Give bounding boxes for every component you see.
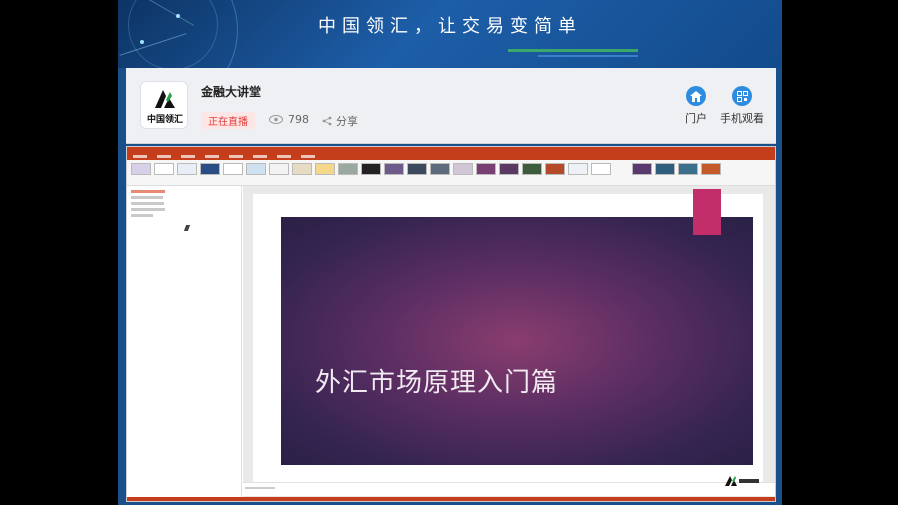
share-button[interactable]: 分享 — [322, 113, 358, 129]
logo-text: 中国领汇 — [146, 115, 183, 125]
logo-mark-icon — [155, 90, 175, 108]
variant-thumb — [655, 163, 675, 175]
slogan-underline — [508, 49, 638, 52]
ppt-notes-bar — [243, 482, 775, 496]
banner-deco-dot — [140, 40, 144, 44]
outline-row — [131, 202, 164, 205]
mobile-watch-button[interactable]: 手机观看 — [718, 86, 766, 126]
outline-row — [131, 190, 165, 193]
theme-thumb — [522, 163, 542, 175]
theme-thumb — [568, 163, 588, 175]
live-player-frame: 中国领汇，让交易变简单 中国领汇 金融大讲堂 正在直播 798 分享 门户 手机… — [118, 0, 782, 505]
share-label: 分享 — [336, 115, 358, 128]
banner-slogan: 中国领汇，让交易变简单 — [318, 16, 582, 37]
theme-thumb — [246, 163, 266, 175]
notes-placeholder — [245, 487, 275, 489]
variant-thumb — [701, 163, 721, 175]
slide-bookmark-shape — [693, 189, 721, 235]
portal-label: 门户 — [685, 112, 707, 125]
theme-thumb — [361, 163, 381, 175]
theme-thumb — [177, 163, 197, 175]
viewers-icon — [269, 115, 283, 124]
shared-screen: 外汇市场原理入门篇 — [126, 146, 776, 502]
top-banner: 中国领汇，让交易变简单 — [118, 0, 782, 68]
theme-thumb — [430, 163, 450, 175]
share-icon — [322, 116, 332, 126]
slide-title: 外汇市场原理入门篇 — [315, 368, 559, 398]
theme-thumb — [407, 163, 427, 175]
theme-thumb — [545, 163, 565, 175]
theme-thumb — [223, 163, 243, 175]
channel-logo[interactable]: 中国领汇 — [140, 81, 188, 129]
mobile-watch-label: 手机观看 — [720, 112, 764, 125]
theme-thumb — [292, 163, 312, 175]
variant-thumb — [632, 163, 652, 175]
viewer-count: 798 — [269, 113, 309, 126]
channel-info-bar: 中国领汇 金融大讲堂 正在直播 798 分享 门户 手机观看 — [126, 68, 776, 144]
theme-thumb — [338, 163, 358, 175]
theme-thumb — [154, 163, 174, 175]
live-status-badge: 正在直播 — [201, 112, 255, 129]
channel-title: 金融大讲堂 — [201, 85, 262, 99]
watermark-logo-icon — [725, 476, 759, 486]
ppt-ribbon-tabs — [127, 153, 775, 160]
video-stage: 中国领汇，让交易变简单 中国领汇 金融大讲堂 正在直播 798 分享 门户 手机… — [0, 0, 898, 505]
theme-thumb — [499, 163, 519, 175]
outline-row — [131, 208, 165, 211]
viewer-count-value: 798 — [288, 113, 309, 126]
slogan-underline — [538, 55, 638, 57]
qr-code-icon — [732, 86, 752, 106]
theme-thumb — [453, 163, 473, 175]
slide-background: 外汇市场原理入门篇 — [281, 217, 753, 465]
theme-thumb — [476, 163, 496, 175]
theme-thumb — [269, 163, 289, 175]
slide-page: 外汇市场原理入门篇 — [253, 194, 763, 482]
ppt-outline-pane — [127, 186, 242, 497]
theme-thumb — [315, 163, 335, 175]
variant-thumb — [678, 163, 698, 175]
portal-button[interactable]: 门户 — [681, 86, 711, 126]
theme-thumb — [131, 163, 151, 175]
ppt-ribbon — [127, 160, 775, 186]
ppt-status-bar — [127, 497, 775, 501]
theme-thumb — [591, 163, 611, 175]
home-icon — [686, 86, 706, 106]
outline-row — [131, 214, 153, 217]
theme-thumb — [200, 163, 220, 175]
outline-row — [131, 196, 163, 199]
theme-thumb — [384, 163, 404, 175]
